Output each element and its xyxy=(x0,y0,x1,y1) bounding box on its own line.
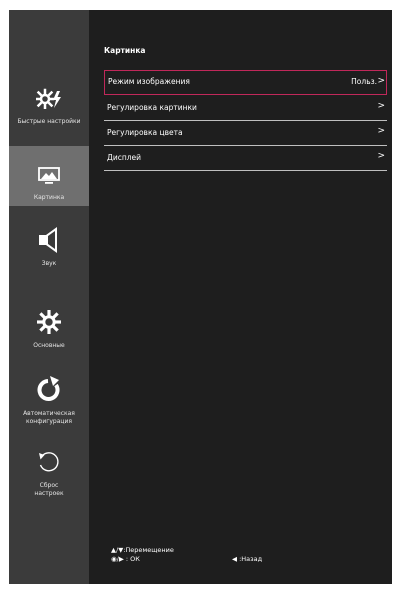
sidebar-item-label: Картинка xyxy=(33,194,65,201)
chevron-right-icon: > xyxy=(377,151,385,161)
menu-item-picture-adjust[interactable]: Регулировка картинки > xyxy=(104,98,387,121)
auto-config-icon xyxy=(29,374,69,406)
back-hint: ◀ :Назад xyxy=(232,555,263,563)
sidebar-item-general[interactable]: Основные xyxy=(9,306,89,350)
quick-settings-icon xyxy=(29,82,69,114)
sidebar-item-reset[interactable]: Сброс настроек xyxy=(9,446,89,498)
reset-icon xyxy=(29,446,69,478)
sidebar-item-label: Быстрые настройки xyxy=(17,118,81,125)
sidebar-item-auto-config[interactable]: Автоматическая конфигурация xyxy=(9,374,89,426)
menu-item-label: Регулировка картинки xyxy=(107,103,197,112)
page-title: Картинка xyxy=(104,46,146,55)
menu-item-display[interactable]: Дисплей > xyxy=(104,148,387,171)
chevron-right-icon: > xyxy=(377,76,385,86)
chevron-right-icon: > xyxy=(377,101,385,111)
speaker-icon xyxy=(29,224,69,256)
sidebar-item-label: Сброс настроек xyxy=(34,482,64,497)
move-hint: ▲/▼:Перемещение xyxy=(111,546,174,554)
sidebar-item-label: Автоматическая конфигурация xyxy=(23,410,75,425)
menu-item-picture-mode[interactable]: Режим изображения Польз. > xyxy=(104,70,387,95)
menu-item-label: Регулировка цвета xyxy=(107,128,183,137)
main-panel: Картинка Режим изображения Польз. > Регу… xyxy=(89,10,392,584)
menu-item-value: Польз. xyxy=(351,77,377,86)
menu-item-label: Режим изображения xyxy=(108,77,190,86)
picture-icon xyxy=(29,160,69,192)
osd-menu: Быстрые настройки Картинка Звук Основные… xyxy=(9,10,392,584)
menu-item-label: Дисплей xyxy=(107,153,142,162)
sidebar-item-label: Звук xyxy=(41,260,57,267)
sidebar-item-picture[interactable]: Картинка xyxy=(9,146,89,206)
ok-hint: ◉/▶ : ОК xyxy=(111,555,140,563)
sidebar-item-label: Основные xyxy=(33,342,65,349)
chevron-right-icon: > xyxy=(377,126,385,136)
sidebar: Быстрые настройки Картинка Звук Основные… xyxy=(9,10,89,584)
sidebar-item-quick-settings[interactable]: Быстрые настройки xyxy=(9,82,89,126)
menu-item-color-adjust[interactable]: Регулировка цвета > xyxy=(104,123,387,146)
footer-hints: ▲/▼:Перемещение ◉/▶ : ОК ◀ :Назад xyxy=(111,546,262,564)
sidebar-item-sound[interactable]: Звук xyxy=(9,224,89,268)
gear-icon xyxy=(29,306,69,338)
